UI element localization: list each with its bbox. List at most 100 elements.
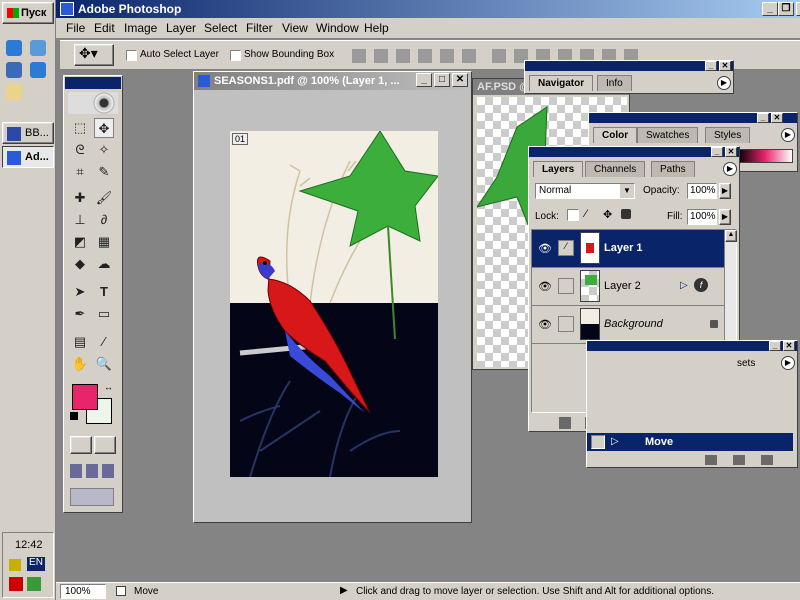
color-menu-icon[interactable]: ▶ [781, 128, 795, 142]
adobe-eye-icon[interactable] [68, 92, 118, 114]
network-icon[interactable] [27, 577, 41, 591]
gradient-tool-icon[interactable]: ▦ [94, 232, 114, 252]
actions-close-button[interactable]: ✕ [783, 341, 795, 351]
slice-tool-icon[interactable]: ✎ [94, 162, 114, 182]
taskbar-button-photoshop[interactable]: Ad... [2, 146, 54, 168]
start-button[interactable]: Пуск [2, 2, 54, 24]
crop-tool-icon[interactable]: ⌗ [70, 162, 90, 182]
layer-row-background[interactable]: 👁 Background [532, 306, 724, 344]
desktop-icon[interactable] [30, 40, 46, 56]
hand-tool-icon[interactable]: ✋ [70, 354, 90, 374]
actions-minimize-button[interactable]: _ [769, 341, 781, 351]
lock-move-icon[interactable]: ✥ [603, 208, 612, 221]
dodge-tool-icon[interactable]: ☁ [94, 254, 114, 274]
eye-icon[interactable]: 👁 [538, 280, 552, 293]
doc-close-button[interactable]: ✕ [452, 73, 468, 87]
link-empty-icon[interactable] [558, 316, 574, 332]
magic-wand-icon[interactable]: ✧ [94, 140, 114, 160]
foreground-color-swatch[interactable] [72, 384, 98, 410]
document-canvas[interactable] [230, 131, 438, 477]
layers-minimize-button[interactable]: _ [711, 147, 723, 157]
menu-layer[interactable]: Layer [166, 21, 196, 35]
fill-field[interactable]: 100% [687, 209, 717, 225]
menu-help[interactable]: Help [364, 21, 389, 35]
menu-select[interactable]: Select [204, 21, 237, 35]
opacity-slider-button[interactable]: ▶ [719, 183, 731, 199]
navigator-close-button[interactable]: ✕ [719, 61, 731, 71]
swap-colors-icon[interactable]: ↔ [104, 382, 113, 392]
history-brush-icon[interactable]: ∂ [94, 210, 114, 230]
doc-maximize-button[interactable]: □ [434, 73, 450, 87]
menu-edit[interactable]: Edit [94, 21, 115, 35]
tab-info[interactable]: Info [597, 75, 632, 91]
lock-transparency-icon[interactable] [567, 209, 579, 221]
opacity-field[interactable]: 100% [687, 183, 717, 199]
minimize-button[interactable]: _ [762, 2, 778, 16]
tab-layers[interactable]: Layers [533, 161, 584, 177]
lock-paint-icon[interactable]: ⁄ [585, 208, 587, 220]
notes-tool-icon[interactable]: ▤ [70, 332, 90, 352]
auto-select-checkbox[interactable] [126, 50, 137, 61]
tab-paths[interactable]: Paths [651, 161, 695, 177]
fill-slider-button[interactable]: ▶ [719, 209, 731, 225]
menu-filter[interactable]: Filter [246, 21, 273, 35]
color-minimize-button[interactable]: _ [757, 113, 769, 123]
jump-to-imageready-icon[interactable] [70, 488, 114, 506]
move-tool-preset[interactable]: ✥▾ [74, 44, 114, 66]
zoom-field[interactable]: 100% [60, 584, 106, 599]
move-tool-icon[interactable]: ✥ [94, 118, 114, 138]
navigator-menu-icon[interactable]: ▶ [717, 76, 731, 90]
menu-view[interactable]: View [282, 21, 308, 35]
shape-tool-icon[interactable]: ▭ [94, 304, 114, 324]
ie-icon-2[interactable] [30, 62, 46, 78]
type-tool-icon[interactable]: T [94, 282, 114, 302]
tab-actions-partial[interactable]: sets [737, 358, 755, 369]
screen-mode-icons[interactable] [70, 464, 118, 478]
blend-mode-select[interactable]: Normal ▼ [535, 183, 635, 199]
notepad-icon[interactable] [6, 84, 22, 100]
action-item-move[interactable]: Move [645, 436, 673, 448]
effects-expand-icon[interactable]: ▷ [680, 280, 688, 291]
doc-minimize-button[interactable]: _ [416, 73, 432, 87]
ie-icon[interactable] [6, 40, 22, 56]
brush-tool-icon[interactable]: 🖌 [94, 188, 114, 208]
layer-row-layer2[interactable]: 👁 Layer 2 ▷ f [532, 268, 724, 306]
layers-close-button[interactable]: ✕ [725, 147, 737, 157]
layers-menu-icon[interactable]: ▶ [723, 162, 737, 176]
tab-color[interactable]: Color [593, 127, 638, 143]
eyedropper-icon[interactable]: ⁄ [94, 332, 114, 352]
action-toggle[interactable] [591, 435, 605, 449]
link-empty-icon[interactable] [558, 278, 574, 294]
actions-menu-icon[interactable]: ▶ [781, 356, 795, 370]
effects-icon[interactable]: f [694, 278, 708, 292]
document-window[interactable]: SEASONS1.pdf @ 100% (Layer 1, ... _ □ ✕ … [193, 71, 472, 523]
align-buttons[interactable] [352, 49, 482, 63]
tab-navigator[interactable]: Navigator [529, 75, 594, 91]
ati-icon[interactable] [9, 577, 23, 591]
eraser-tool-icon[interactable]: ◩ [70, 232, 90, 252]
stamp-tool-icon[interactable]: ⊥ [70, 210, 90, 230]
actions-footer-icons[interactable] [705, 455, 785, 465]
navigator-minimize-button[interactable]: _ [705, 61, 717, 71]
healing-brush-icon[interactable]: ✚ [70, 188, 90, 208]
lock-all-icon[interactable] [621, 209, 631, 219]
blur-tool-icon[interactable]: ◆ [70, 254, 90, 274]
tab-swatches[interactable]: Swatches [637, 127, 699, 143]
color-ramp[interactable] [737, 149, 793, 163]
link-brush-icon[interactable]: ⁄ [558, 240, 574, 256]
doc-info-icon[interactable] [116, 586, 126, 596]
restore-button[interactable]: ❐ [778, 2, 794, 16]
tab-styles[interactable]: Styles [705, 127, 751, 143]
close-button[interactable]: ✕ [796, 2, 800, 16]
layer-row-layer1[interactable]: 👁 ⁄ Layer 1 [532, 230, 724, 268]
action-expand-icon[interactable]: ▷ [611, 436, 619, 447]
menu-image[interactable]: Image [124, 21, 157, 35]
tab-channels[interactable]: Channels [585, 161, 646, 177]
default-colors-icon[interactable] [70, 412, 78, 420]
taskbar-button-bb[interactable]: BB... [2, 122, 54, 144]
outlook-icon[interactable] [6, 62, 22, 78]
status-arrow-icon[interactable]: ▶ [340, 585, 348, 596]
menu-window[interactable]: Window [316, 21, 359, 35]
pen-tool-icon[interactable]: ✒ [70, 304, 90, 324]
menu-file[interactable]: File [66, 21, 85, 35]
